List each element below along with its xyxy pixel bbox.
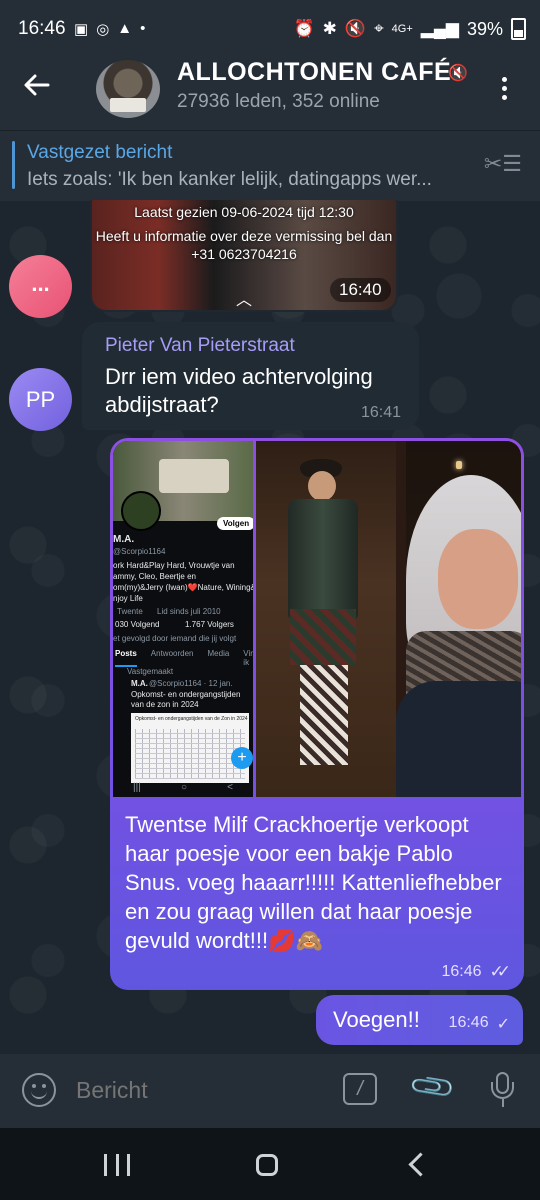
incoming-message[interactable]: Pieter Van Pieterstraat Drr iem video ac… [82,322,419,430]
whatsapp-icon: ◎ [96,21,110,38]
back-nav-button[interactable] [408,1152,433,1177]
profile-bio-line: ammy, Cleo, Beertje en [113,572,196,581]
navigation-icon: ▲ [117,20,133,37]
more-options-button[interactable] [494,68,514,108]
post-meta: @Scorpio1164 · 12 jan. [149,679,233,688]
follow-button: Volgen [217,517,253,530]
media-image-screenshot[interactable]: Volgen M.A. @Scorpio1164 ork Hard&Play H… [113,441,253,797]
screenshot-nav: ||| ○ < [133,782,233,793]
home-button[interactable] [256,1154,278,1176]
avatar[interactable]: ... [9,255,72,318]
arrow-left-icon [24,74,50,96]
outgoing-message[interactable]: Voegen!! 16:46 ✓ [316,995,523,1045]
post-text: Opkomst- en ondergangstijden van de zon … [131,690,241,709]
battery-percent: 39% [466,18,503,39]
status-time: 16:46 [18,18,66,39]
battery-icon [511,18,526,40]
status-bar: 16:46 ▣ ◎ ▲ • ⏰ ✱ 🔇 ⌖ 4G+ ▂▄▆ 39% [0,0,540,60]
profile-bio-line: njoy Life [113,594,143,603]
tab-posts: Posts [115,649,137,667]
post-author: M.A. [131,679,148,688]
sender-name[interactable]: Pieter Van Pieterstraat [105,335,295,357]
group-title[interactable]: ALLOCHTONEN CAFÉ [177,58,451,87]
microphone-button[interactable] [490,1072,516,1112]
message-time: 16:46 [448,1014,489,1031]
tab-media: Media [207,649,230,658]
pinned-post-label: Vastgemaakt [127,667,174,676]
post-image-table: Opkomst- en ondergangstijden van de Zon … [131,713,249,783]
message-composer: / 📎 [0,1054,540,1128]
compose-plus-icon: + [231,747,253,769]
bot-commands-button[interactable]: / [343,1073,377,1105]
gallery-icon: ▣ [74,21,89,38]
system-nav-bar [0,1128,540,1200]
profile-tabs: Posts Antwoorden Media Vind-ik [113,649,253,667]
message-text: Voegen!! [333,1007,420,1032]
profile-following: 030 Volgend [115,620,160,629]
tab-replies: Antwoorden [150,649,194,658]
media-overlay-line: +31 0623704216 [191,246,297,262]
tab-likes: Vind-ik [243,649,253,667]
muted-icon: 🔇 [448,65,468,82]
pinned-label: Vastgezet bericht [27,142,173,163]
profile-handle: @Scorpio1164 [113,547,166,556]
avatar [121,491,161,531]
message-time: 16:40 [330,278,391,302]
table-title: Opkomst- en ondergangstijden van de Zon … [135,716,248,722]
mute-status-icon: 🔇 [344,19,367,38]
alarm-icon: ⏰ [293,19,315,38]
banner-image [159,459,229,493]
painting [256,441,396,797]
back-button[interactable] [22,70,62,110]
group-avatar[interactable] [96,60,160,118]
network-label: 4G+ [391,23,413,35]
pinned-preview: Iets zoals: 'Ik ben kanker lelijk, datin… [27,169,432,190]
profile-followers: 1.767 Volgers [185,620,234,629]
profile-bio-line: om(my)&Jerry (Iwan)❤️Nature, Wining&Dini… [113,583,253,592]
outgoing-media-message[interactable]: Volgen M.A. @Scorpio1164 ork Hard&Play H… [110,438,524,990]
message-time: 16:46 [441,963,482,980]
sent-check-icon: ✓ [496,1016,510,1033]
emoji-button[interactable] [22,1073,56,1107]
signal-icon: ▂▄▆ [420,19,459,38]
pinned-list-icon[interactable]: ✂☰ [484,151,522,177]
media-overlay-line: Laatst gezien 09-06-2024 tijd 12:30 [134,204,354,220]
profile-followed-by: et gevolgd door iemand die jij volgt [113,634,237,643]
profile-name: M.A. [113,534,135,545]
media-message[interactable]: Laatst gezien 09-06-2024 tijd 12:30 Heef… [90,200,398,312]
attach-button[interactable]: 📎 [407,1062,458,1113]
avatar[interactable]: PP [9,368,72,431]
profile-joined: Lid sinds juli 2010 [157,607,221,616]
message-input[interactable] [74,1076,318,1105]
profile-location: Twente [117,607,143,616]
location-icon: ⌖ [374,19,384,38]
profile-bio-line: ork Hard&Play Hard, Vrouwtje van [113,561,235,570]
chat-header: ALLOCHTONEN CAFÉ 🔇 27936 leden, 352 onli… [0,58,540,130]
message-time: 16:41 [360,404,401,421]
media-image-photo[interactable] [256,441,521,797]
pinned-indicator [12,141,15,189]
pinned-message[interactable]: Vastgezet bericht Iets zoals: 'Ik ben ka… [0,130,540,201]
message-caption: Twentse Milf Crackhoertje verkoopt haar … [125,812,502,953]
group-member-count[interactable]: 27936 leden, 352 online [177,91,380,113]
dot-icon: • [140,20,146,37]
read-check-icon: ✓✓ [489,962,511,981]
recent-apps-button[interactable] [104,1154,130,1176]
chevron-up-icon[interactable]: ︿ [236,286,252,310]
bluetooth-icon: ✱ [322,19,337,38]
media-overlay-line: Heeft u informatie over deze vermissing … [95,228,393,244]
